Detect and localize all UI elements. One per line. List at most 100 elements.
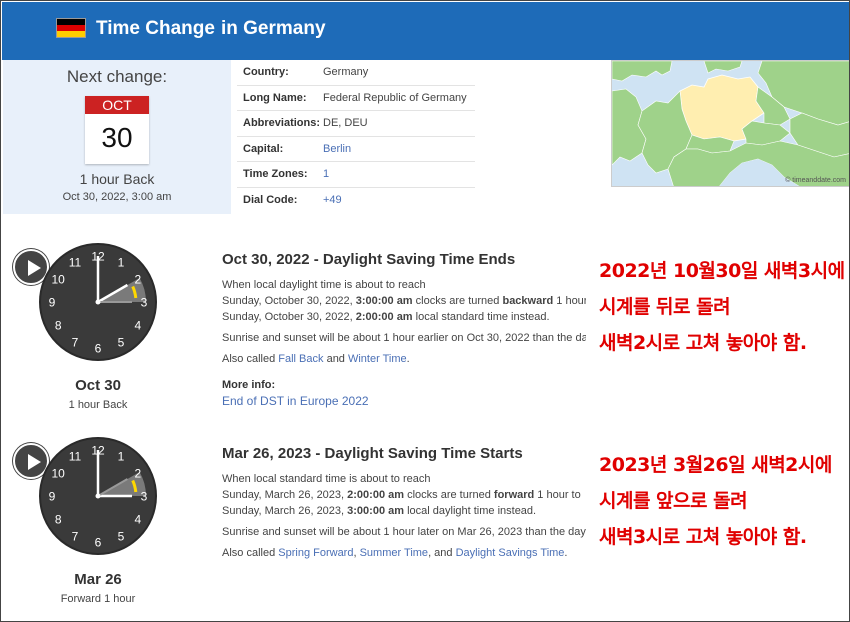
event-text: Sunday, March 26, 2023, 3:00:00 am local…	[222, 503, 586, 519]
event-text-part: clocks are turned	[404, 489, 494, 501]
calendar-month: OCT	[85, 96, 149, 114]
event-text-part: Sunday, October 30, 2022,	[222, 295, 356, 307]
event-text-part: Sunday, March 26, 2023,	[222, 505, 348, 517]
event-text: Sunday, October 30, 2022, 3:00:00 am clo…	[222, 293, 586, 309]
fact-value-link[interactable]: +49	[323, 194, 342, 206]
fact-row: Long Name: Federal Republic of Germany	[237, 86, 475, 111]
clock-subtitle: Forward 1 hour	[60, 593, 136, 605]
germany-flag-icon	[56, 18, 86, 38]
clock-numeral: 8	[55, 319, 62, 333]
event-text-part: and	[323, 353, 348, 365]
clock-icon: 123456789101112	[39, 243, 157, 361]
event-text-part: local standard time instead.	[412, 311, 550, 323]
clock-numeral: 2	[134, 467, 141, 481]
country-facts-table: Country: Germany Long Name: Federal Republi…	[237, 60, 475, 213]
event-text-part: Also called	[222, 353, 279, 365]
annotation-line: 2022년 10월30일 새벽3시에	[599, 260, 845, 282]
map-credit: © timeanddate.com	[785, 177, 846, 184]
fact-row: Capital: Berlin	[237, 137, 475, 162]
fact-label: Dial Code:	[243, 194, 298, 207]
fact-value: DE, DEU	[323, 117, 368, 130]
annotation-line: 2023년 3월26일 새벽2시에	[599, 454, 832, 476]
korean-annotation-1: 2022년 10월30일 새벽3시에 시계를 뒤로 돌려 새벽2시로 고쳐 놓아야 …	[597, 253, 845, 361]
clock-icon: 123456789101112	[39, 437, 157, 555]
page-title-main: Time Change	[96, 18, 215, 39]
event-also-called: Also called Fall Back and Winter Time.	[222, 351, 586, 367]
event-time-bold: 3:00:00 am	[347, 505, 405, 517]
fact-label: Capital:	[243, 142, 284, 155]
event-direction-bold: forward	[493, 489, 535, 501]
event-text: Sunday, March 26, 2023, 2:00:00 am clock…	[222, 487, 586, 503]
fact-row: Abbreviations: DE, DEU	[237, 111, 475, 137]
clock-numeral: 1	[118, 450, 125, 464]
annotation-line: 시계를 앞으로 돌려	[599, 490, 748, 512]
next-change-title: Next change:	[66, 67, 168, 86]
clock-numeral: 5	[118, 335, 125, 349]
fact-row: Time Zones: 1	[237, 162, 475, 188]
event-text-part: , and	[428, 547, 456, 559]
clock-date: Oct 30	[75, 377, 121, 394]
event-text-part: Also called	[222, 547, 279, 559]
event-dst-ends: Oct 30, 2022 - Daylight Saving Time Ends…	[222, 251, 586, 410]
event-also-called: Also called Spring Forward, Summer Time,…	[222, 545, 586, 561]
event-text-part: clocks are turned	[412, 295, 503, 307]
event-text: Sunrise and sunset will be about 1 hour …	[222, 332, 586, 344]
event-time-bold: 2:00:00 am	[355, 311, 413, 323]
alias-link[interactable]: Spring Forward	[278, 547, 353, 559]
clock-numeral: 10	[51, 467, 65, 481]
clock-numeral: 3	[141, 296, 148, 310]
event-text: When local daylight time is about to rea…	[222, 279, 426, 291]
germany-map[interactable]: © timeanddate.com	[611, 60, 849, 187]
clock-date: Mar 26	[74, 571, 122, 588]
event-text-part: .	[564, 547, 568, 559]
clock-numeral: 8	[55, 513, 62, 527]
screenshot-frame: Time Change in Germany Next change: OCT 3…	[0, 0, 850, 622]
event-text-part: 1 hour to	[534, 489, 581, 501]
clock-subtitle: 1 hour Back	[68, 399, 128, 411]
calendar-icon: OCT 30	[85, 96, 149, 164]
alias-link[interactable]: Winter Time	[348, 353, 407, 365]
fact-row: Country: Germany	[237, 60, 475, 86]
fact-value-link[interactable]: Berlin	[323, 143, 351, 155]
next-change-datetime: Oct 30, 2022, 3:00 am	[62, 191, 172, 203]
event-text-part: Sunday, March 26, 2023,	[222, 489, 348, 501]
annotation-line: 시계를 뒤로 돌려	[599, 296, 731, 318]
event-title: Mar 26, 2023 - Daylight Saving Time Star…	[222, 445, 523, 462]
event-time-bold: 2:00:00 am	[347, 489, 405, 501]
alias-link[interactable]: Fall Back	[278, 353, 323, 365]
clock-numeral: 4	[134, 513, 141, 527]
event-text: Sunday, October 30, 2022, 2:00:00 am loc…	[222, 309, 586, 325]
fact-label: Country:	[243, 66, 289, 79]
page-title-country: in Germany	[220, 18, 326, 39]
clock-numeral: 4	[134, 319, 141, 333]
clock-numeral: 10	[51, 273, 65, 287]
clock-numeral: 9	[49, 296, 56, 310]
event-text: Sunrise and sunset will be about 1 hour …	[222, 526, 586, 538]
event-title: Oct 30, 2022 - Daylight Saving Time Ends	[222, 251, 516, 268]
more-info-label: More info:	[222, 379, 276, 391]
alias-link[interactable]: Daylight Savings Time	[456, 547, 565, 559]
map-graphic	[612, 61, 849, 186]
fact-row: Dial Code: +49	[237, 188, 475, 214]
event-time-bold: 3:00:00 am	[355, 295, 413, 307]
event-text-part: Sunday, October 30, 2022,	[222, 311, 356, 323]
clock-numeral: 11	[69, 256, 82, 270]
calendar-day: 30	[101, 122, 133, 153]
event-text-part: 1 hour to	[556, 295, 586, 307]
fact-value: Germany	[323, 66, 369, 79]
event-text-part: local daylight time instead.	[404, 505, 537, 517]
clock-numeral: 1	[118, 256, 125, 270]
clock-numeral: 6	[95, 536, 102, 550]
fact-label: Long Name:	[243, 91, 307, 104]
clock-numeral: 11	[69, 450, 82, 464]
alias-link[interactable]: Summer Time	[360, 547, 428, 559]
korean-annotation-2: 2023년 3월26일 새벽2시에시계를 앞으로 돌려새벽3시로 고쳐 놓아야 …	[597, 447, 832, 555]
event-dst-starts: Mar 26, 2023 - Daylight Saving Time Star…	[222, 445, 586, 561]
fact-value-link[interactable]: 1	[323, 168, 329, 180]
clock-numeral: 2	[134, 273, 141, 287]
clock-numeral: 3	[141, 490, 148, 504]
annotation-line: 새벽3시로 고쳐 놓아야 함.	[599, 526, 807, 548]
more-info-link[interactable]: End of DST in Europe 2022	[222, 393, 586, 410]
event-text-part: .	[406, 353, 410, 365]
clock-numeral: 5	[118, 529, 125, 543]
